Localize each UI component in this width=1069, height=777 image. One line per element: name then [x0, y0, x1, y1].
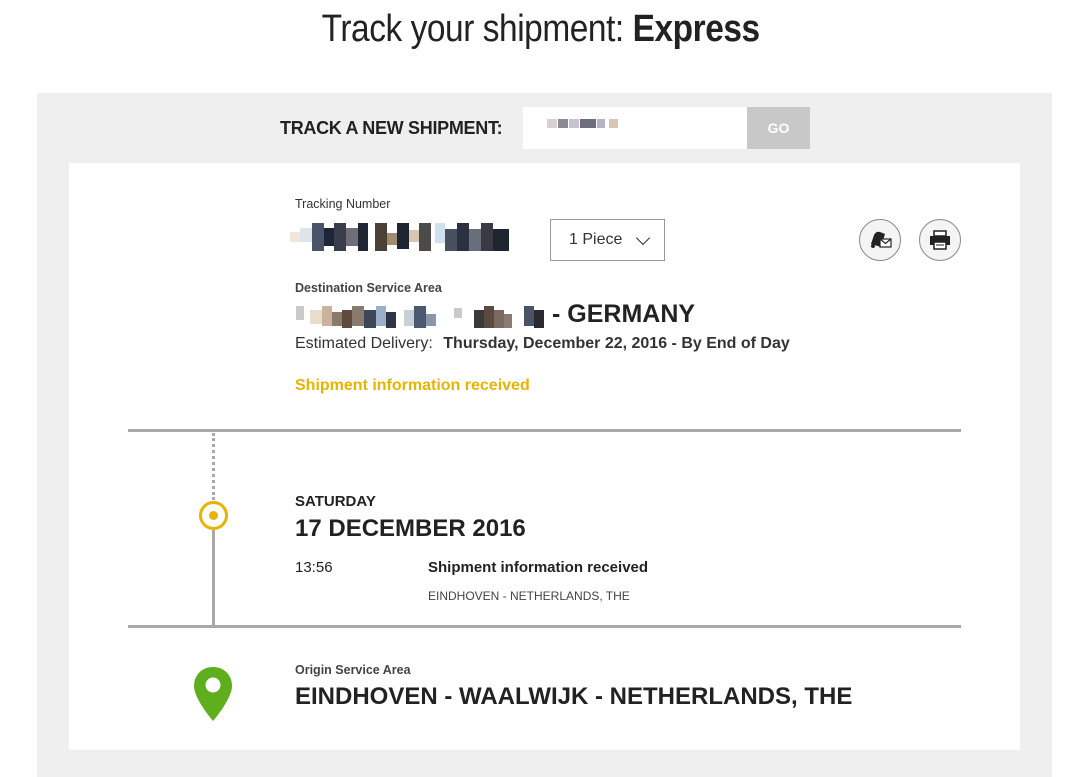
redacted-pixels — [296, 306, 544, 328]
notify-button[interactable] — [859, 219, 901, 261]
page-title: Track your shipment: Express — [0, 8, 1069, 51]
page-title-service: Express — [632, 8, 761, 50]
event-date: 17 DECEMBER 2016 — [295, 515, 526, 542]
timeline-marker-icon — [199, 501, 228, 530]
chevron-down-icon — [635, 230, 651, 246]
origin-value: EINDHOVEN - WAALWIJK - NETHERLANDS, THE — [295, 683, 853, 710]
bell-envelope-icon — [871, 231, 892, 248]
estimated-delivery-label: Estimated Delivery: — [295, 335, 433, 352]
destination-country: - GERMANY — [552, 300, 696, 328]
tracking-number-input[interactable] — [523, 107, 747, 149]
destination-label: Destination Service Area — [295, 281, 442, 295]
shipment-status: Shipment information received — [295, 377, 530, 394]
event-day: SATURDAY — [295, 493, 376, 510]
event-description: Shipment information received — [428, 559, 649, 576]
estimated-delivery: Estimated Delivery: Thursday, December 2… — [295, 335, 790, 353]
timeline-divider-top — [128, 429, 961, 432]
tracking-number-label: Tracking Number — [295, 197, 391, 211]
page-title-prefix: Track your shipment: — [321, 8, 624, 50]
destination-city-redacted — [296, 306, 548, 328]
origin-label: Origin Service Area — [295, 663, 411, 677]
printer-icon — [930, 230, 950, 250]
timeline-dotted-line — [212, 433, 215, 500]
tracking-number-redacted — [290, 223, 512, 251]
estimated-delivery-value: Thursday, December 22, 2016 - By End of … — [443, 335, 790, 352]
track-new-shipment: TRACK A NEW SHIPMENT: — [280, 107, 503, 149]
print-button[interactable] — [919, 219, 961, 261]
pieces-dropdown-value: 1 Piece — [569, 231, 623, 248]
timeline-divider-bottom — [128, 625, 961, 628]
event-location: EINDHOVEN - NETHERLANDS, THE — [428, 589, 630, 603]
redacted-pixels — [290, 223, 509, 251]
location-pin-icon — [194, 667, 232, 721]
pieces-dropdown[interactable]: 1 Piece — [550, 219, 665, 261]
event-time: 13:56 — [295, 559, 333, 576]
go-button[interactable]: GO — [747, 107, 810, 149]
timeline-solid-line — [212, 530, 215, 627]
track-new-label: TRACK A NEW SHIPMENT: — [280, 117, 503, 138]
